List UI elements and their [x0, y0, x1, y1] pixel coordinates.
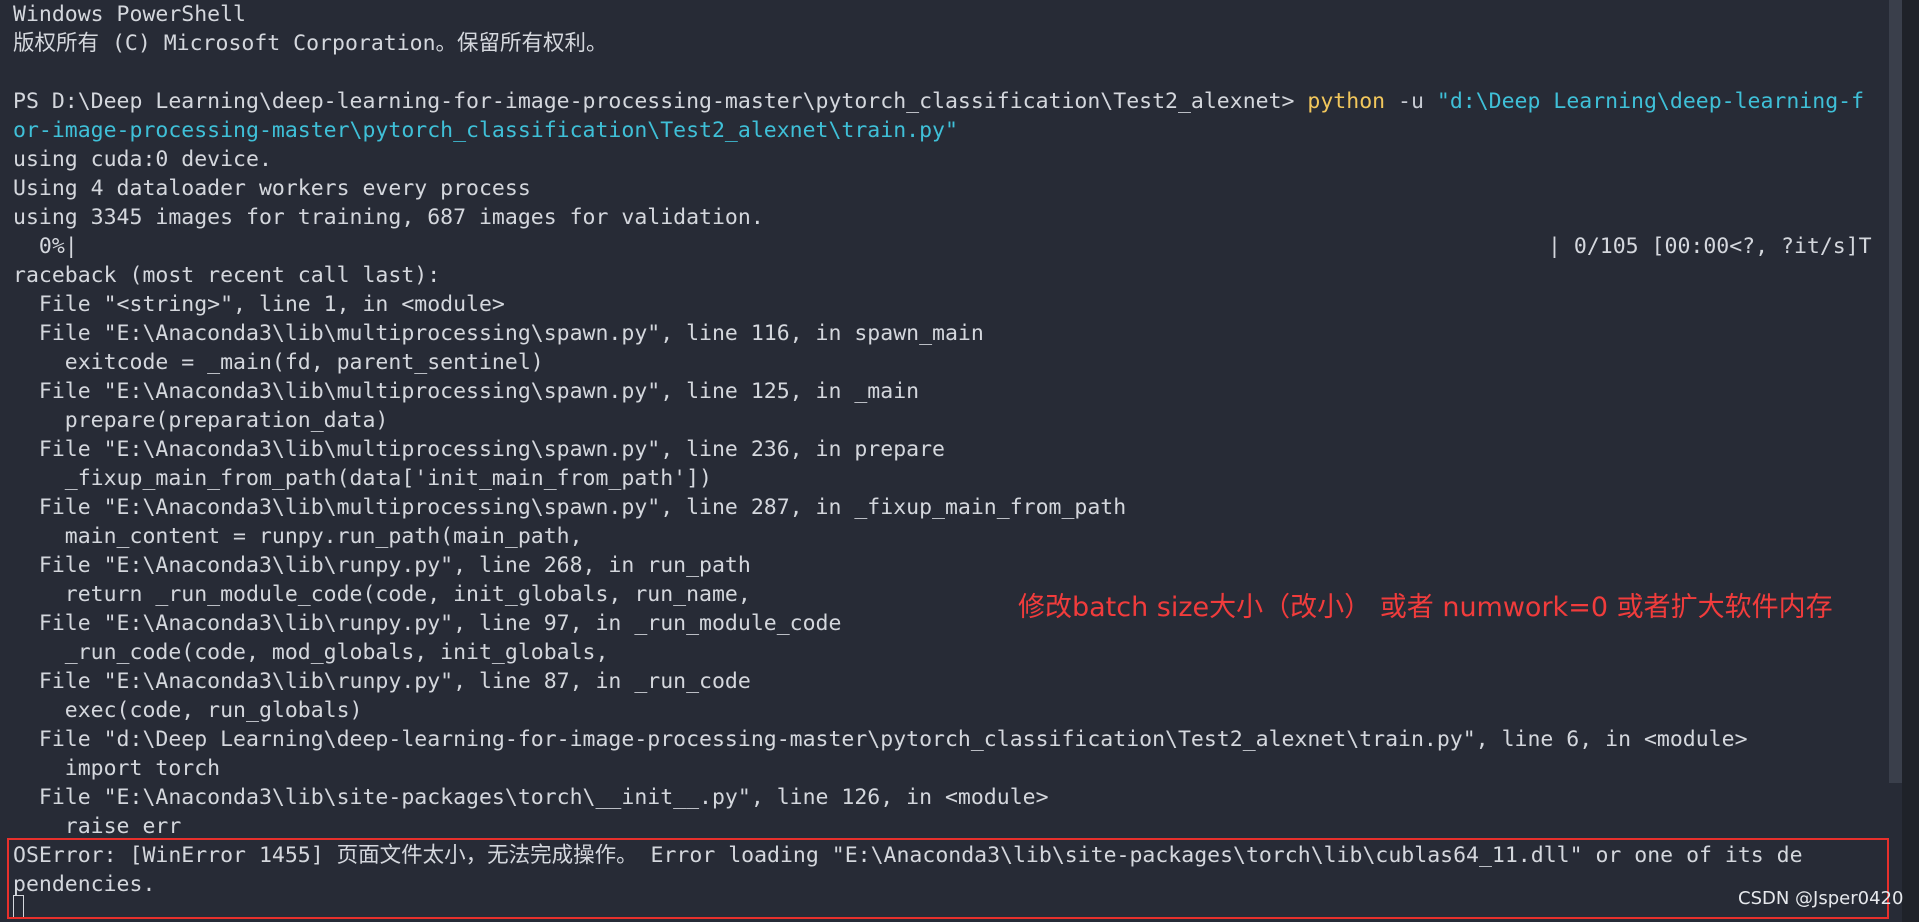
error-message-continued: pendencies. [13, 872, 156, 897]
traceback-line: prepare(preparation_data) [13, 408, 389, 433]
traceback-line: File "E:\Anaconda3\lib\multiprocessing\s… [13, 495, 1127, 520]
prompt-text: PS D:\Deep Learning\deep-learning-for-im… [13, 89, 1308, 114]
output-line: Using 4 dataloader workers every process [13, 176, 531, 201]
text-cursor[interactable] [13, 895, 24, 919]
powershell-terminal[interactable]: Windows PowerShell 版权所有 (C) Microsoft Co… [0, 0, 1919, 922]
terminal-header-line: Windows PowerShell [13, 2, 246, 27]
traceback-line: exec(code, run_globals) [13, 698, 363, 723]
progress-status: | 0/105 [00:00<?, ?it/s]T [1548, 234, 1872, 259]
traceback-header: raceback (most recent call last): [13, 263, 441, 288]
vertical-scrollbar[interactable] [1889, 0, 1902, 783]
traceback-line: File "E:\Anaconda3\lib\runpy.py", line 8… [13, 669, 751, 694]
traceback-line: exitcode = _main(fd, parent_sentinel) [13, 350, 544, 375]
traceback-line: File "E:\Anaconda3\lib\site-packages\tor… [13, 785, 1049, 810]
traceback-line: main_content = runpy.run_path(main_path, [13, 524, 583, 549]
terminal-output: Windows PowerShell 版权所有 (C) Microsoft Co… [13, 0, 1893, 899]
csdn-watermark: CSDN @Jsper0420 [1738, 888, 1904, 909]
traceback-line: File "E:\Anaconda3\lib\multiprocessing\s… [13, 321, 984, 346]
copyright-line: 版权所有 (C) Microsoft Corporation。保留所有权利。 [13, 31, 608, 56]
progress-percent: 0%| [13, 234, 78, 259]
window-edge [1902, 0, 1919, 922]
fix-annotation: 修改batch size大小（改小） 或者 numwork=0 或者扩大软件内存 [1018, 592, 1833, 623]
progress-bar-line: 0%| | 0/105 [00:00<?, ?it/s]T [13, 232, 1893, 261]
command-python: python [1307, 89, 1386, 114]
output-line: using cuda:0 device. [13, 147, 272, 172]
error-message-line: OSError: [WinError 1455] 页面文件太小，无法完成操作。 … [13, 843, 1803, 868]
traceback-line: _fixup_main_from_path(data['init_main_fr… [13, 466, 712, 491]
traceback-line: File "E:\Anaconda3\lib\runpy.py", line 2… [13, 553, 751, 578]
traceback-line: raise err [13, 814, 182, 839]
command-flag: -u [1385, 89, 1437, 114]
traceback-line: _run_code(code, mod_globals, init_global… [13, 640, 609, 665]
traceback-line: File "<string>", line 1, in <module> [13, 292, 505, 317]
output-line: using 3345 images for training, 687 imag… [13, 205, 764, 230]
traceback-line: File "E:\Anaconda3\lib\multiprocessing\s… [13, 437, 945, 462]
command-path-continued: or-image-processing-master\pytorch_class… [13, 118, 958, 143]
command-path-start: "d:\Deep Learning\deep-learning-f [1436, 89, 1865, 114]
traceback-line: File "d:\Deep Learning\deep-learning-for… [13, 727, 1748, 752]
command-line: PS D:\Deep Learning\deep-learning-for-im… [13, 87, 1893, 116]
traceback-line: import torch [13, 756, 221, 781]
traceback-line: File "E:\Anaconda3\lib\multiprocessing\s… [13, 379, 920, 404]
